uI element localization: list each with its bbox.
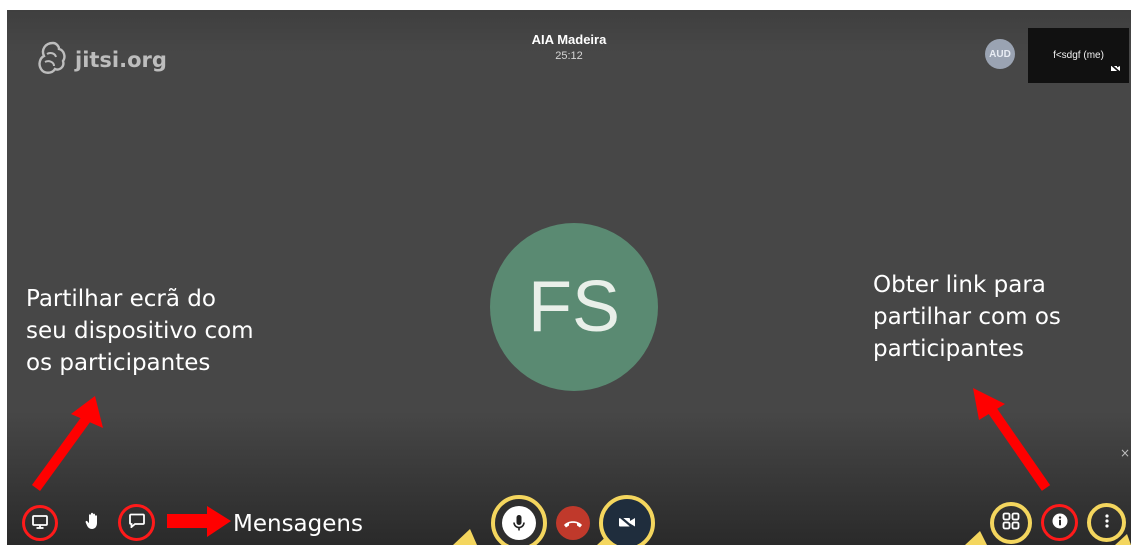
- annotation-arrows: ×: [31, 388, 1131, 545]
- grid-icon: [1002, 512, 1020, 534]
- microphone-icon: [502, 506, 536, 540]
- arrow-share-screen: [31, 396, 103, 491]
- arrow-yellow-3: [965, 531, 987, 545]
- phone-hangup-icon: [563, 514, 583, 533]
- toolbar-microphone-button[interactable]: [491, 495, 547, 545]
- chat-bubble-icon: [128, 513, 145, 532]
- toolbar-hangup-button[interactable]: [556, 506, 590, 540]
- toolbar-tile-view-button[interactable]: [990, 502, 1032, 544]
- camera-off-icon: [618, 514, 636, 533]
- hand-icon: [85, 512, 101, 534]
- toolbar-camera-button[interactable]: [599, 495, 655, 545]
- arrow-invite-link: [973, 388, 1051, 491]
- close-glyph: ×: [1120, 446, 1130, 460]
- toolbar-more-button[interactable]: [1087, 503, 1126, 542]
- arrow-yellow-1: [453, 529, 477, 545]
- meeting-stage: jitsi.org AIA Madeira 25:12 AUD f<sdgf (…: [7, 10, 1131, 545]
- more-vertical-icon: [1104, 513, 1109, 532]
- arrow-messages: [167, 506, 231, 537]
- toolbar-info-button[interactable]: [1041, 504, 1078, 541]
- info-icon: [1052, 513, 1068, 533]
- toolbar-screenshare-button[interactable]: [22, 505, 58, 541]
- toolbar-chat-button[interactable]: [118, 504, 155, 541]
- monitor-icon: [32, 514, 48, 533]
- toolbar-raise-hand-button[interactable]: [77, 507, 109, 539]
